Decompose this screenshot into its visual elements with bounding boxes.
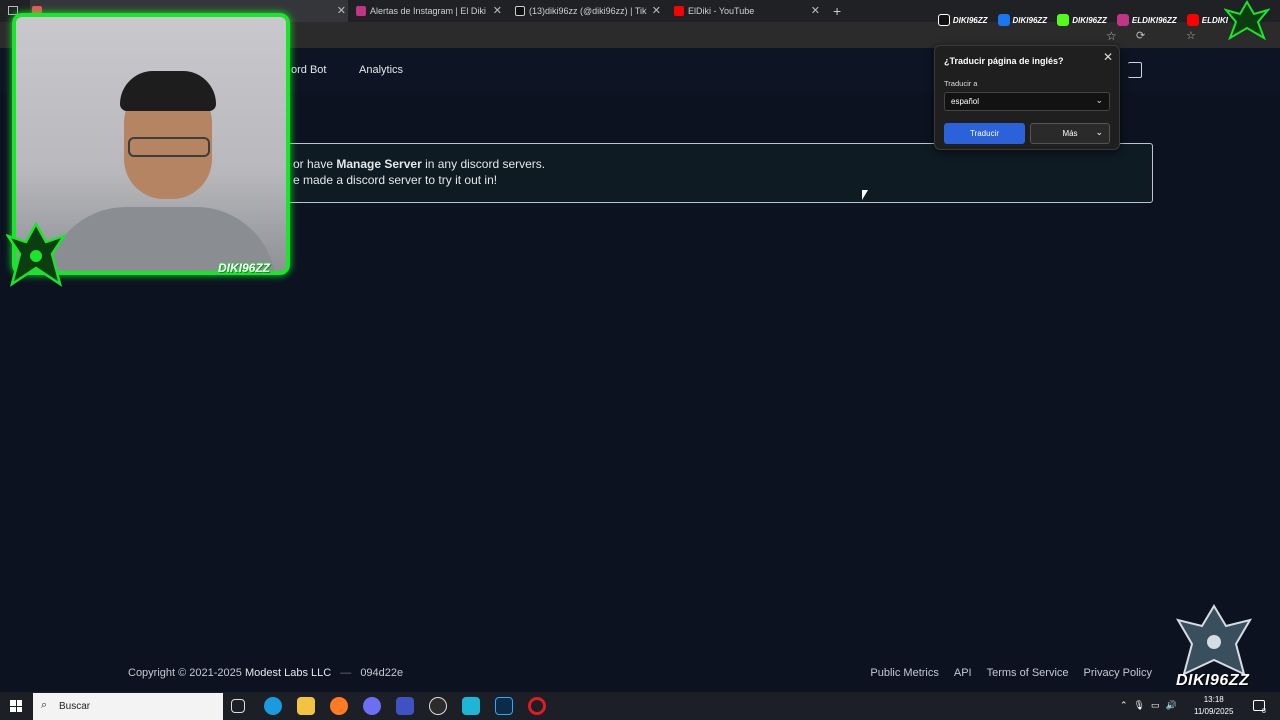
copyright-text: Copyright © 2021-2025: [128, 667, 242, 679]
edge-icon[interactable]: [264, 697, 282, 715]
footer-link-public-metrics[interactable]: Public Metrics: [870, 667, 938, 679]
webcam-person-hair: [120, 71, 216, 111]
stream-logo-icon: [6, 222, 66, 287]
tab-label: ElDiki - YouTube: [688, 6, 755, 16]
extensions-icon[interactable]: ⟳: [1136, 29, 1145, 42]
tab-close-icon[interactable]: ✕: [493, 4, 502, 17]
webcam-person-glasses: [128, 137, 210, 157]
firefox-icon[interactable]: [330, 697, 348, 715]
alert-line-2: e made a discord server to try it out in…: [293, 173, 498, 187]
network-icon[interactable]: ▭: [1151, 700, 1160, 711]
nav-link-discord-bot[interactable]: ord Bot: [291, 64, 326, 76]
search-icon: ⌕: [41, 699, 48, 711]
tiktok-icon: [937, 14, 950, 26]
favorites-icon[interactable]: ☆: [1186, 29, 1196, 42]
tab-label: Alertas de Instagram | El Diki | Ne: [370, 6, 488, 16]
facebook-icon: [997, 14, 1010, 26]
taskbar-search-placeholder: Buscar: [59, 701, 91, 712]
translate-button[interactable]: Traducir: [944, 123, 1025, 144]
windows-start-icon[interactable]: [10, 700, 22, 712]
opera-icon[interactable]: [528, 697, 546, 715]
build-hash[interactable]: 094d22e: [360, 667, 403, 679]
close-icon[interactable]: ✕: [1103, 50, 1113, 64]
instagram-icon: [1116, 14, 1129, 26]
social-strip: DIKI96ZZ DIKI96ZZ DIKI96ZZ ELDIKI96ZZ EL…: [937, 12, 1228, 28]
alert-text: in any discord servers.: [421, 157, 546, 171]
social-tiktok: DIKI96ZZ: [937, 14, 988, 26]
browser-tab-youtube[interactable]: ElDiki - YouTube ✕: [672, 0, 822, 22]
translate-popup: ¿Traducir página de inglés? ✕ Traducir a…: [934, 45, 1120, 150]
star-icon[interactable]: ☆: [1106, 29, 1117, 43]
active-app-icon[interactable]: [396, 697, 414, 715]
logout-icon[interactable]: [1128, 62, 1142, 78]
task-view-icon[interactable]: [231, 699, 245, 713]
footer-link-terms[interactable]: Terms of Service: [987, 667, 1069, 679]
watermark-name: DIKI96ZZ: [1176, 672, 1250, 689]
chevron-down-icon: ⌄: [1095, 95, 1103, 105]
social-instagram: ELDIKI96ZZ: [1116, 14, 1177, 26]
footer-link-privacy[interactable]: Privacy Policy: [1084, 667, 1152, 679]
kick-icon: [1057, 14, 1070, 26]
social-label: ELDIKI96ZZ: [1131, 15, 1177, 25]
social-label: DIKI96ZZ: [1012, 15, 1048, 25]
youtube-icon: [1186, 14, 1199, 26]
footer-copyright: Copyright © 2021-2025 Modest Labs LLC — …: [128, 667, 403, 679]
more-button-label: Más: [1062, 129, 1078, 138]
browser-tab-tiktok[interactable]: (13)diki96zz (@diki96zz) | TikTok ✕: [513, 0, 663, 22]
alert-text: or have: [293, 157, 337, 171]
tab-close-icon[interactable]: ✕: [811, 4, 820, 17]
file-explorer-icon[interactable]: [297, 697, 315, 715]
tab-favicon-icon: [515, 6, 525, 16]
translate-title: ¿Traducir página de inglés?: [944, 56, 1064, 66]
footer-links: Public Metrics API Terms of Service Priv…: [870, 667, 1152, 679]
mouse-cursor-icon: [862, 190, 868, 200]
capcut-icon[interactable]: [462, 697, 480, 715]
chevron-down-icon: ⌄: [1095, 127, 1103, 137]
nav-link-analytics[interactable]: Analytics: [359, 64, 403, 76]
tab-label: (13)diki96zz (@diki96zz) | TikTok: [529, 6, 647, 16]
social-kick: DIKI96ZZ: [1057, 14, 1107, 26]
webcam-name-label: DIKI96ZZ: [218, 261, 271, 275]
tab-favicon-icon: [356, 6, 366, 16]
notification-count: 8: [1262, 708, 1266, 715]
translate-target-label: Traducir a: [944, 79, 978, 88]
alert-line-1: or have Manage Server in any discord ser…: [293, 157, 545, 171]
company-link[interactable]: Modest Labs LLC: [245, 667, 331, 679]
obs-icon[interactable]: [429, 697, 447, 715]
language-select[interactable]: español ⌄: [944, 92, 1110, 111]
chevron-up-icon[interactable]: ⌃: [1120, 700, 1128, 711]
stream-logo-top: [1224, 0, 1270, 40]
social-youtube: ELDIKI: [1186, 14, 1228, 26]
tab-favicon-icon: [674, 6, 684, 16]
clock-time: 13:18: [1203, 695, 1224, 704]
more-button[interactable]: Más ⌄: [1030, 123, 1110, 144]
new-tab-button[interactable]: +: [833, 3, 841, 19]
social-label: DIKI96ZZ: [952, 15, 988, 25]
microphone-icon[interactable]: 🎙: [1134, 700, 1145, 711]
taskbar-search-input[interactable]: ⌕ Buscar: [33, 693, 223, 720]
social-label: DIKI96ZZ: [1072, 15, 1107, 25]
tab-close-icon[interactable]: ✕: [337, 4, 346, 17]
taskbar-clock[interactable]: 13:18 11/09/2025: [1194, 694, 1233, 718]
footer-separator: —: [340, 667, 352, 679]
social-facebook: DIKI96ZZ: [997, 14, 1048, 26]
alert-bold-text: Manage Server: [336, 157, 422, 171]
tab-close-icon[interactable]: ✕: [652, 4, 661, 17]
selected-language: español: [951, 97, 980, 106]
discord-icon[interactable]: [363, 697, 381, 715]
volume-icon[interactable]: 🔊: [1166, 700, 1177, 711]
footer-link-api[interactable]: API: [954, 667, 972, 679]
system-tray: ⌃ 🎙 ▭ 🔊: [1120, 700, 1177, 711]
photoshop-icon[interactable]: [495, 697, 513, 715]
browser-tab-instagram[interactable]: Alertas de Instagram | El Diki | Ne ✕: [354, 0, 504, 22]
clock-date: 11/09/2025: [1194, 707, 1234, 716]
